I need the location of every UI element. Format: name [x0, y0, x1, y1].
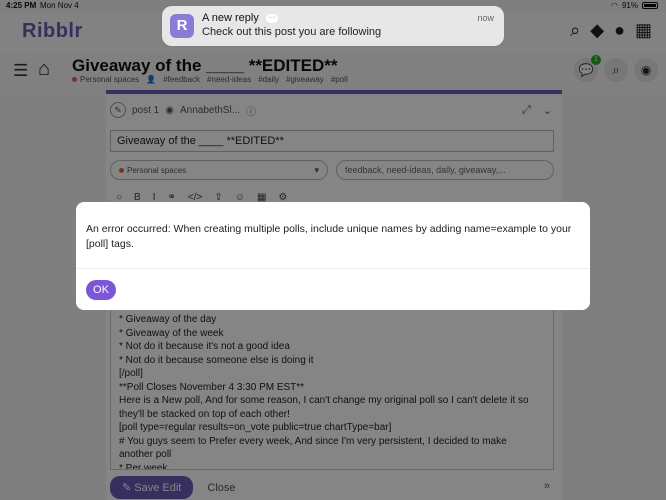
notification-title-row: A new reply ··· [202, 12, 278, 24]
dialog-divider [76, 268, 590, 269]
ok-button[interactable]: OK [86, 280, 116, 300]
error-message: An error occurred: When creating multipl… [86, 223, 572, 250]
notification-title: A new reply [202, 12, 259, 24]
notification-banner[interactable]: R A new reply ··· Check out this post yo… [162, 6, 504, 46]
app-icon: R [170, 14, 194, 38]
notification-time: now [477, 13, 494, 23]
ellipsis-icon: ··· [265, 13, 278, 23]
notification-body: Check out this post you are following [202, 26, 382, 38]
error-dialog: An error occurred: When creating multipl… [76, 202, 590, 310]
